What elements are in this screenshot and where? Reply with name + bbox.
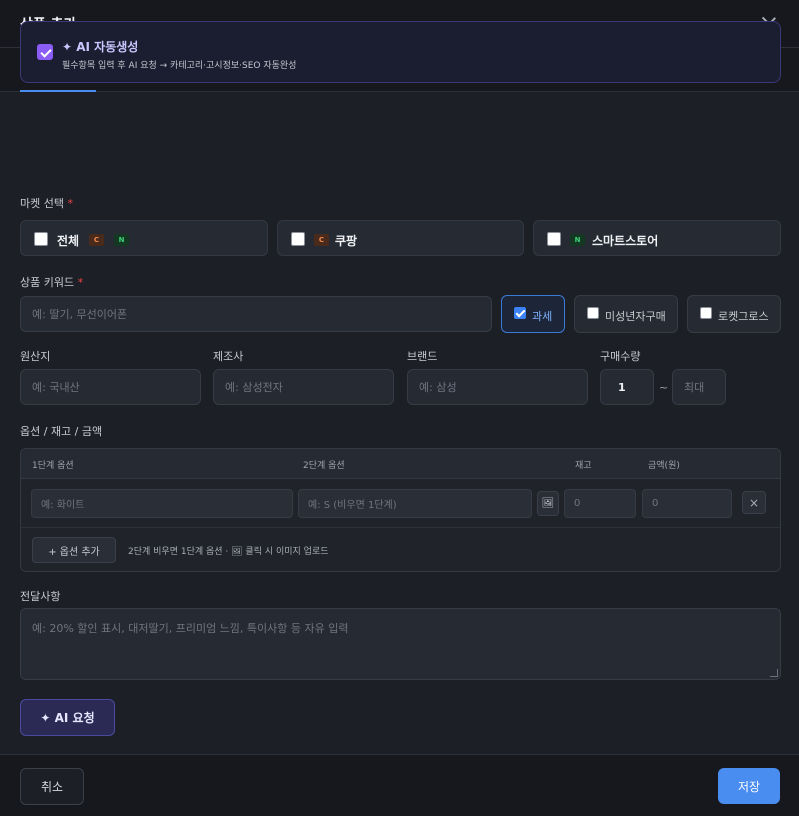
tax-label: 과세 — [532, 310, 553, 323]
minor-purchase-checkbox[interactable] — [587, 307, 599, 319]
notes-placeholder: 예: 20% 할인 표시, 대저딸기, 프리미엄 느낌, 특이사항 등 자유 입… — [32, 622, 349, 635]
rocket-growth-label: 로켓그로스 — [718, 310, 769, 323]
ai-auto-title: ✦ AI 자동생성 — [62, 40, 139, 54]
market-label: 마켓 선택 * — [20, 197, 73, 210]
qty-min-input[interactable]: 1 — [600, 369, 654, 405]
rocket-growth-checkbox[interactable] — [700, 307, 712, 319]
tax-checkbox-item[interactable]: 과세 — [501, 295, 565, 333]
resize-grip-icon[interactable] — [770, 669, 778, 677]
market-smartstore-checkbox[interactable] — [547, 232, 561, 246]
keyword-input[interactable]: 예: 딸기, 무선이어폰 — [20, 296, 492, 332]
minor-purchase-item[interactable]: 미성년자구매 — [574, 295, 678, 333]
modal-footer: 취소 저장 — [0, 754, 799, 816]
col-opt2: 2단계 옵션 — [303, 461, 345, 471]
col-opt1: 1단계 옵션 — [32, 461, 74, 471]
brand-input[interactable]: 예: 삼성 — [407, 369, 588, 405]
opt2-input[interactable]: 예: S (비우면 1단계) — [298, 489, 532, 518]
ai-auto-checkbox[interactable] — [37, 44, 53, 60]
ai-auto-subtitle: 필수항목 입력 후 AI 요청 → 카테고리·고시정보·SEO 자동완성 — [62, 61, 297, 71]
naver-badge: N — [114, 234, 129, 246]
coupang-badge: C — [89, 234, 104, 246]
qty-label: 구매수량 — [600, 350, 641, 363]
ai-request-button[interactable]: ✦ AI 요청 — [20, 699, 115, 736]
market-option-label: 전체 — [57, 234, 80, 248]
tax-checkbox[interactable] — [514, 307, 526, 319]
product-add-modal: 상품 추가 기본정보 썸네일 상세페이지 ✦ AI 자동생성 필수항목 입력 후… — [0, 0, 799, 816]
cancel-button[interactable]: 취소 — [20, 768, 84, 805]
opt1-input[interactable]: 예: 화이트 — [31, 489, 293, 518]
market-option-coupang[interactable]: C 쿠팡 — [277, 220, 524, 256]
coupang-badge: C — [314, 234, 329, 246]
stock-input[interactable]: 0 — [564, 489, 636, 518]
maker-input[interactable]: 예: 삼성전자 — [213, 369, 394, 405]
market-coupang-checkbox[interactable] — [291, 232, 305, 246]
keyword-label: 상품 키워드 * — [20, 276, 84, 289]
options-table: 1단계 옵션 2단계 옵션 재고 금액(원) 예: 화이트 예: S (비우면 … — [20, 448, 781, 572]
ai-auto-generate-box: ✦ AI 자동생성 필수항목 입력 후 AI 요청 → 카테고리·고시정보·SE… — [20, 21, 781, 83]
minor-purchase-label: 미성년자구매 — [605, 310, 666, 323]
naver-badge: N — [570, 234, 585, 246]
market-option-label: 쿠팡 — [335, 234, 358, 248]
brand-label: 브랜드 — [407, 350, 438, 363]
market-all-checkbox[interactable] — [34, 232, 48, 246]
price-input[interactable]: 0 — [642, 489, 732, 518]
market-option-label: 스마트스토어 — [592, 234, 659, 248]
origin-input[interactable]: 예: 국내산 — [20, 369, 201, 405]
qty-separator: ~ — [659, 381, 669, 394]
save-button[interactable]: 저장 — [718, 768, 780, 804]
market-option-smartstore[interactable]: N 스마트스토어 — [533, 220, 781, 256]
add-option-button[interactable]: + 옵션 추가 — [32, 537, 116, 563]
origin-label: 원산지 — [20, 350, 51, 363]
notes-label: 전달사항 — [20, 590, 61, 603]
maker-label: 제조사 — [213, 350, 244, 363]
image-upload-icon[interactable]: 🖼 — [537, 491, 559, 516]
delete-row-icon[interactable]: × — [742, 491, 766, 514]
col-stock: 재고 — [575, 461, 592, 471]
options-divider — [21, 527, 780, 528]
qty-max-input[interactable]: 최대 — [672, 369, 726, 405]
options-hint: 2단계 비우면 1단계 옵션 · 🖼 클릭 시 이미지 업로드 — [128, 547, 329, 557]
market-option-all[interactable]: 전체 C N — [20, 220, 268, 256]
notes-textarea[interactable]: 예: 20% 할인 표시, 대저딸기, 프리미엄 느낌, 특이사항 등 자유 입… — [20, 608, 781, 680]
options-label: 옵션 / 재고 / 금액 — [20, 425, 103, 438]
rocket-growth-item[interactable]: 로켓그로스 — [687, 295, 781, 333]
options-table-header: 1단계 옵션 2단계 옵션 재고 금액(원) — [21, 449, 780, 479]
col-price: 금액(원) — [648, 461, 680, 471]
